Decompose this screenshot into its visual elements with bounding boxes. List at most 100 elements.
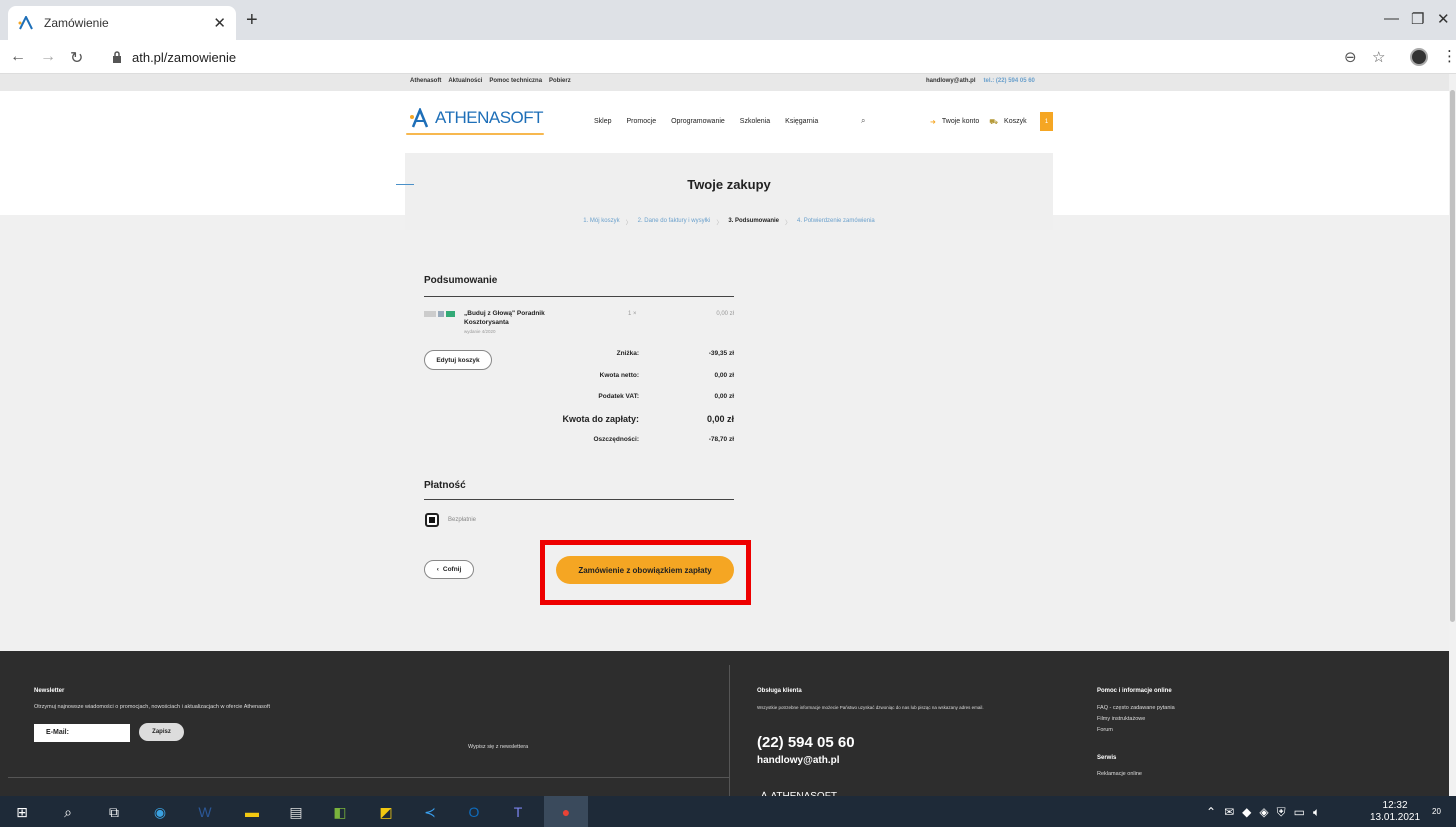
payment-option-label: Bezpłatnie (448, 517, 477, 523)
newsletter-heading: Newsletter (34, 688, 65, 694)
step-invoice-data[interactable]: 2. Dane do faktury i wysyłki (638, 218, 711, 227)
search-icon[interactable]: ⌕ (58, 802, 78, 822)
browser-toolbar: ← → ↻ ath.pl/zamowienie ⊖ ☆ (0, 40, 1456, 74)
top-link-pobierz[interactable]: Pobierz (549, 78, 571, 84)
lock-icon (112, 51, 124, 63)
close-window-icon[interactable]: ✕ (1437, 10, 1450, 28)
notifications-icon[interactable]: 20 (1428, 802, 1446, 820)
reload-icon[interactable]: ↻ (70, 48, 83, 68)
checkout-steps: 1. Mój koszyk 〉 2. Dane do faktury i wys… (405, 218, 1053, 227)
total-value-vat: 0,00 zł (714, 393, 734, 400)
tray-shield-icon[interactable]: ⛨ (1277, 805, 1286, 820)
tray-volume-icon[interactable]: 🔈︎ (1313, 805, 1320, 820)
address-bar[interactable]: ath.pl/zamowienie (112, 45, 1402, 69)
new-tab-icon[interactable]: + (246, 10, 258, 30)
edge-icon[interactable]: ◉ (150, 802, 170, 822)
step-cart[interactable]: 1. Mój koszyk (583, 218, 619, 227)
system-tray: ⌃ ✉ ◆ ◈ ⛨ ▭ 🔈︎ (1206, 805, 1320, 820)
newsletter-text: Otrzymuj najnowsze wiadomości o promocja… (34, 704, 270, 710)
tray-mail-icon[interactable]: ✉ (1224, 805, 1234, 820)
top-link-aktualnosci[interactable]: Aktualności (448, 78, 482, 84)
outlook-icon[interactable]: O (464, 802, 484, 822)
payment-heading: Płatność (424, 480, 466, 491)
file-explorer-icon[interactable]: ▬ (242, 802, 262, 822)
back-button-label: Cofnij (442, 566, 462, 573)
top-email[interactable]: handlowy@ath.pl (926, 78, 976, 84)
help-heading: Pomoc i informacje online (1097, 688, 1172, 694)
nav-promocje[interactable]: Promocje (627, 118, 657, 125)
summary-heading: Podsumowanie (424, 275, 498, 286)
restore-icon[interactable]: ❐ (1411, 10, 1424, 28)
newsletter-email-input[interactable]: E-Mail: (34, 724, 130, 742)
top-phone: tel.: (22) 594 05 60 (983, 78, 1035, 84)
site-logo[interactable]: ATHENASOFT (409, 108, 544, 128)
total-value-due: 0,00 zł (706, 414, 734, 424)
word-icon[interactable]: W (195, 802, 215, 822)
nav-szkolenia[interactable]: Szkolenia (740, 118, 770, 125)
minimize-icon[interactable]: — (1384, 10, 1399, 27)
app-green-icon[interactable]: ◧ (330, 802, 350, 822)
browser-tab[interactable]: Zamówienie ✕ (8, 6, 236, 40)
zoom-icon[interactable]: ⊖ (1344, 48, 1357, 66)
footer-email[interactable]: handlowy@ath.pl (757, 755, 840, 766)
scrollbar-thumb[interactable] (1450, 90, 1455, 622)
bookmark-star-icon[interactable]: ☆ (1372, 48, 1385, 66)
tray-app-icon[interactable]: ◈ (1259, 805, 1268, 820)
step-confirmation: 4. Potwierdzenie zamówienia (797, 218, 875, 224)
account-link[interactable]: Twoje konto (942, 118, 979, 127)
help-link-films[interactable]: Filmy instruktażowe (1097, 716, 1145, 722)
footer-phone: (22) 594 05 60 (757, 734, 855, 751)
cart-link[interactable]: Koszyk (1004, 118, 1027, 127)
help-link-forum[interactable]: Forum (1097, 727, 1113, 733)
tray-chevron-up-icon[interactable]: ⌃ (1206, 805, 1216, 820)
nav-oprogramowanie[interactable]: Oprogramowanie (671, 118, 725, 125)
service-text: Wszystkie potrzebne informacje możecie P… (757, 705, 984, 710)
place-order-button[interactable]: Zamówienie z obowiązkiem zapłaty (556, 556, 734, 584)
top-link-athenasoft[interactable]: Athenasoft (410, 78, 441, 84)
back-arrow-icon[interactable]: ← (10, 48, 26, 66)
menu-kebab-icon[interactable]: ⋮ (1442, 47, 1456, 65)
total-label-due: Kwota do zapłaty: (562, 414, 639, 424)
total-label-vat: Podatek VAT: (598, 393, 639, 400)
cart-count-badge[interactable]: 1 (1040, 112, 1053, 131)
account-area: ➜ Twoje konto ⛟ Koszyk (930, 118, 1027, 127)
subscribe-button[interactable]: Zapisz (139, 723, 184, 741)
product-name[interactable]: „Buduj z Głową" Poradnik Kosztorysanta (464, 309, 584, 327)
nav-ksiegarnia[interactable]: Księgarnia (785, 118, 818, 125)
back-button[interactable]: ‹ Cofnij (424, 560, 474, 579)
tab-title: Zamówienie (44, 16, 109, 30)
top-contact: handlowy@ath.pl tel.: (22) 594 05 60 (926, 78, 1035, 84)
windows-taskbar: ⊞ ⌕ ⧉ ◉ W ▬ ▤ ◧ ◩ ≺ O T ● ⌃ ✉ ◆ ◈ ⛨ ▭ 🔈︎… (0, 796, 1456, 827)
edit-cart-button[interactable]: Edytuj koszyk (424, 350, 492, 370)
taskbar-clock[interactable]: 12:32 13.01.2021 (1370, 800, 1420, 824)
clock-date: 13.01.2021 (1370, 812, 1421, 823)
unsubscribe-link[interactable]: Wypisz się z newslettera (468, 744, 528, 750)
task-view-icon[interactable]: ⧉ (104, 802, 124, 822)
chevron-right-icon: 〉 (716, 221, 723, 227)
footer-divider-horizontal (8, 777, 729, 778)
teams-icon[interactable]: T (508, 802, 528, 822)
top-link-pomoc[interactable]: Pomoc techniczna (489, 78, 542, 84)
windows-start-icon[interactable]: ⊞ (12, 802, 32, 822)
chevron-right-icon: 〉 (785, 221, 792, 227)
browser-tabbar: Zamówienie ✕ + — ❐ ✕ (0, 0, 1456, 40)
vscode-icon[interactable]: ≺ (420, 802, 440, 822)
nav-sklep[interactable]: Sklep (594, 118, 612, 125)
sticky-notes-icon[interactable]: ◩ (376, 802, 396, 822)
tray-network-icon[interactable]: ▭ (1294, 805, 1305, 820)
url-text: ath.pl/zamowienie (132, 49, 237, 65)
service2-link-complaints[interactable]: Reklamacje online (1097, 771, 1142, 777)
close-tab-icon[interactable]: ✕ (213, 14, 226, 32)
login-icon: ➜ (930, 119, 936, 126)
notification-count: 20 (1432, 807, 1441, 816)
forward-arrow-icon[interactable]: → (40, 48, 56, 66)
search-icon[interactable]: ⌕ (861, 116, 865, 126)
profile-avatar-icon[interactable] (1410, 48, 1428, 66)
service-heading: Obsługa klienta (757, 688, 802, 694)
help-link-faq[interactable]: FAQ - często zadawane pytania (1097, 705, 1175, 711)
payment-option-checkbox[interactable] (425, 513, 439, 527)
site-footer: Newsletter Otrzymuj najnowsze wiadomości… (0, 651, 1449, 802)
chrome-icon[interactable]: ● (556, 802, 576, 822)
tray-teams-icon[interactable]: ◆ (1242, 805, 1251, 820)
store-icon[interactable]: ▤ (286, 802, 306, 822)
